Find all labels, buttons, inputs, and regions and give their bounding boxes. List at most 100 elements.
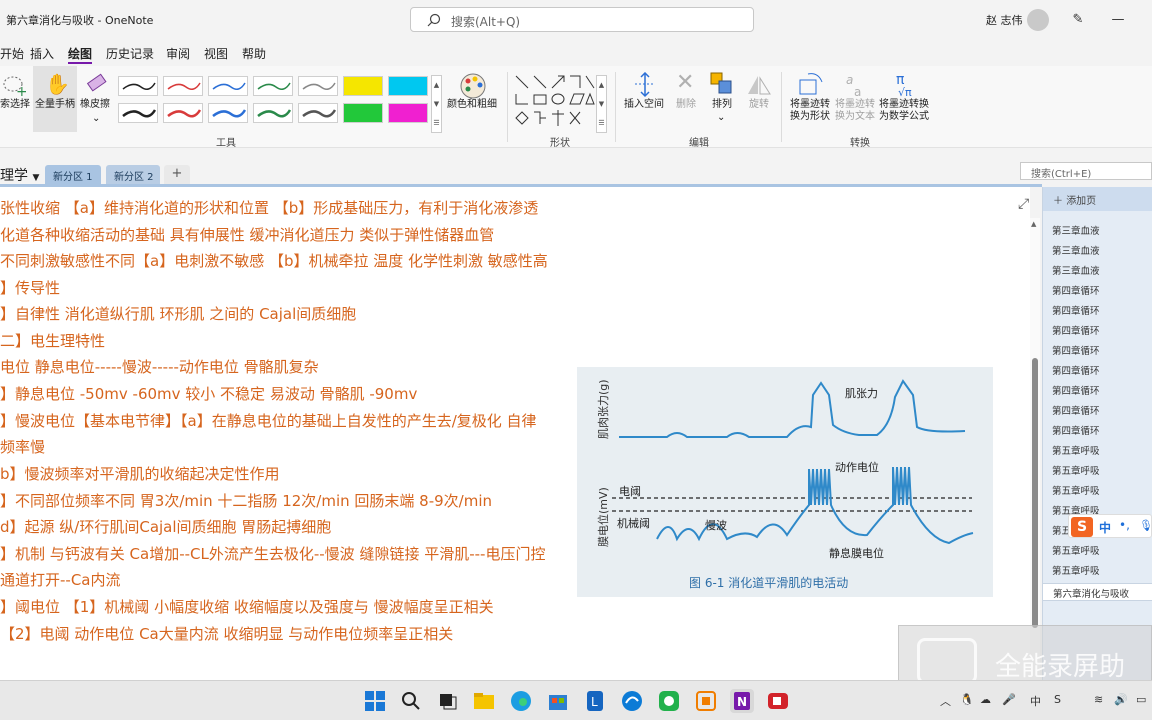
page-list-item[interactable]: 第三章血液 [1052,223,1100,237]
delete-button[interactable]: 删除 [676,99,696,111]
fullpage-hand-button[interactable]: ✋ 全量手柄 [33,66,77,132]
tab-start[interactable]: 开始 [0,45,24,62]
tab-view[interactable]: 视图 [204,45,228,62]
expand-icon[interactable]: ⤢ [1018,196,1029,212]
scrollbar-thumb[interactable] [1032,358,1038,628]
note-line[interactable]: 通道打开--Ca内流 [0,570,121,590]
rotate-button[interactable]: 旋转 [749,99,769,111]
pen-black[interactable] [118,76,158,96]
tab-help[interactable]: 帮助 [242,45,266,62]
wifi-icon[interactable]: ≋ [1094,693,1103,706]
scroll-up-icon[interactable]: ▲ [1031,220,1036,228]
page-list-item[interactable]: 第四章循环 [1052,343,1100,357]
tab-section-2[interactable]: 新分区 2 [106,165,160,184]
arrange-dropdown-icon[interactable]: ⌄ [717,112,725,124]
microphone-icon[interactable]: 🎤 [1002,693,1016,706]
page-list-item[interactable]: 第三章血液 [1052,243,1100,257]
ime-punct[interactable]: •, [1119,518,1130,532]
arrange-button[interactable]: 排列 [712,99,732,111]
shapes-gallery[interactable] [514,74,596,130]
sogou-tray-icon[interactable]: S [1054,693,1061,706]
page-list-item[interactable]: 第五章呼吸 [1052,463,1100,477]
lasso-select-button[interactable]: 索选择 [0,99,30,111]
page-list-item[interactable]: 第五章呼吸 [1052,543,1100,557]
notebook-name[interactable]: 理学 ▼ [0,165,39,185]
search-icon[interactable] [399,689,423,713]
pen-icon[interactable]: ✎ [1068,9,1088,29]
page-list-item[interactable]: 第四章循环 [1052,283,1100,297]
tab-insert[interactable]: 插入 [30,45,54,62]
highlighter-cyan[interactable] [388,76,428,96]
battery-icon[interactable]: ▭ [1136,693,1146,706]
pen-black-2[interactable] [118,103,158,123]
page-list-item[interactable]: 第四章循环 [1052,303,1100,317]
note-line[interactable]: 】静息电位 -50mv -60mv 较小 不稳定 易波动 骨骼肌 -90mv [0,384,417,404]
note-line[interactable]: 不同刺激敏感性不同【a】电刺激不敏感 【b】机械牵拉 温度 化学性刺激 敏感性高 [0,251,548,271]
note-line[interactable]: 【2】电阈 动作电位 Ca大量内流 收缩明显 与动作电位频率呈正相关 [0,624,453,644]
tab-section-1[interactable]: 新分区 1 [45,165,101,184]
qq-icon[interactable]: 🐧 [960,693,974,706]
note-line[interactable]: 二】电生理特性 [0,331,105,351]
note-line[interactable]: 张性收缩 【a】维持消化道的形状和位置 【b】形成基础压力，有利于消化液渗透 [0,198,538,218]
pen-green-2[interactable] [253,103,293,123]
page-list-item[interactable]: 第四章循环 [1052,383,1100,397]
note-line[interactable]: 】阈电位 【1】机械阈 小幅度收缩 收缩幅度以及强度与 慢波幅度呈正相关 [0,597,494,617]
page-list-item[interactable]: 第五章呼吸 [1052,443,1100,457]
highlighter-magenta[interactable] [388,103,428,123]
figure-image[interactable]: 肌肉张力(g) 膜电位(mV) 肌张力 电阈 机械阈 动作电位 慢波 静息膜电位… [577,367,993,597]
cloud-icon[interactable]: ☁ [980,693,991,706]
note-line[interactable]: 】传导性 [0,278,60,298]
highlighter-green[interactable] [343,103,383,123]
app-icon[interactable] [694,689,718,713]
store-icon[interactable] [546,689,570,713]
minimize-icon[interactable]: — [1108,9,1128,29]
add-page-button[interactable]: ＋ 添加页 [1043,187,1152,211]
page-list-item[interactable]: 第四章循环 [1052,403,1100,417]
ime-mode-zh[interactable]: 中 [1099,519,1111,536]
ink-to-math-button[interactable]: 将墨迹转换 [879,99,929,111]
page-search-input[interactable]: 搜索(Ctrl+E) [1020,162,1152,180]
tab-draw[interactable]: 绘图 [68,45,92,62]
page-list-item[interactable]: 第五章呼吸 [1052,483,1100,497]
note-line[interactable]: 电位 静息电位-----慢波-----动作电位 骨骼肌复杂 [0,357,319,377]
outlook-icon[interactable]: L [583,689,607,713]
search-box[interactable]: 搜索(Alt+Q) [410,7,754,32]
recorder-icon[interactable] [766,689,790,713]
windows-start-icon[interactable] [363,689,387,713]
note-line[interactable]: 】机制 与钙波有关 Ca增加--CL外流产生去极化--慢波 缝隙链接 平滑肌--… [0,544,545,564]
color-thickness-button[interactable]: 颜色和粗细 [447,99,497,111]
wechat-icon[interactable] [657,689,681,713]
edge-dev-icon[interactable] [620,689,644,713]
note-line[interactable]: 】自律性 消化道纵行肌 环形肌 之间的 Cajal间质细胞 [0,304,356,324]
pen-gallery-scroll[interactable]: ▲ ▼ ☰ [431,75,442,133]
tab-history[interactable]: 历史记录 [106,45,154,62]
eraser-dropdown-icon[interactable]: ⌄ [92,113,100,125]
page-list-item-selected[interactable]: 第六章消化与吸收 [1043,583,1152,601]
highlighter-yellow[interactable] [343,76,383,96]
sogou-icon[interactable]: S [1071,517,1093,537]
pen-darkgray[interactable] [298,103,338,123]
note-line[interactable]: 频率慢 [0,437,45,457]
avatar[interactable] [1027,9,1049,31]
pen-blue-2[interactable] [208,103,248,123]
pen-blue[interactable] [208,76,248,96]
page-list-item[interactable]: 第五章呼吸 [1052,563,1100,577]
ink-to-shape-button[interactable]: 将墨迹转 [790,99,830,111]
page-list-item[interactable]: 第四章循环 [1052,423,1100,437]
insert-space-button[interactable]: 插入空间 [624,99,664,111]
volume-icon[interactable]: 🔊 [1114,693,1128,706]
tray-chevron-icon[interactable]: ︿ [940,693,951,709]
note-line[interactable]: b】慢波频率对平滑肌的收缩起决定性作用 [0,464,280,484]
ime-tray-icon[interactable]: 中 [1030,693,1041,709]
shapes-scroll[interactable]: ▲ ▼ ☰ [596,75,607,133]
task-view-icon[interactable] [436,689,460,713]
pen-green[interactable] [253,76,293,96]
user-name[interactable]: 赵 志伟 [986,12,1023,28]
vertical-scrollbar[interactable]: ▲ [1030,218,1040,680]
note-line[interactable]: 化道各种收缩活动的基础 具有伸展性 缓冲消化道压力 类似于弹性储器血管 [0,225,494,245]
ink-to-text-button[interactable]: 将墨迹转 [835,99,875,111]
pen-red[interactable] [163,76,203,96]
note-line[interactable]: 】慢波电位【基本电节律】【a】在静息电位的基础上自发性的产生去/复极化 自律 [0,411,537,431]
ime-toolbar[interactable]: S 中 •, 🎙 [1068,514,1152,538]
note-line[interactable]: d】起源 纵/环行肌间Cajal间质细胞 胃肠起搏细胞 [0,517,331,537]
